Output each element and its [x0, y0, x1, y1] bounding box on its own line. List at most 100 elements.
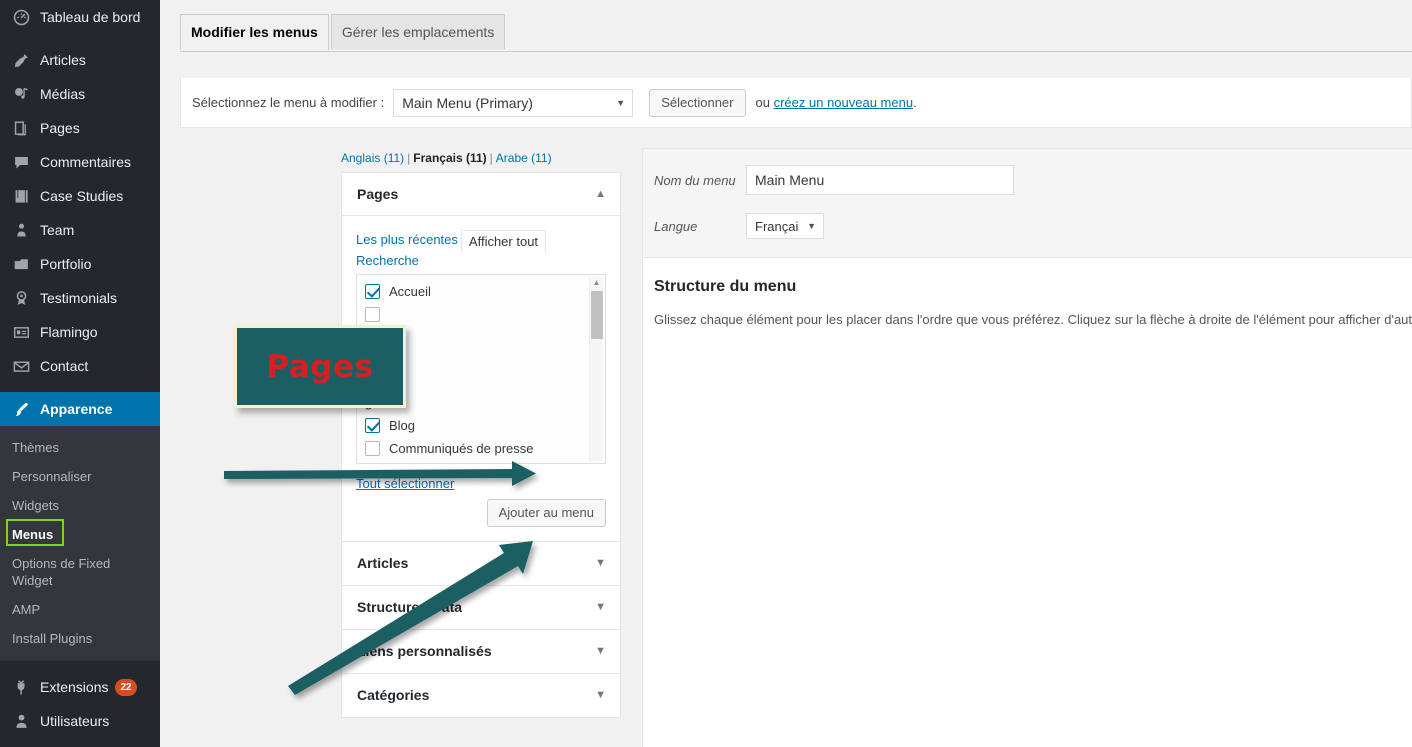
sidebar-subitem-widgets[interactable]: Widgets [0, 491, 160, 520]
sidebar-item-articles[interactable]: Articles [0, 43, 160, 77]
pages-panel-actions: Tout sélectionner [356, 464, 606, 493]
checkbox-hidden-2[interactable] [365, 329, 380, 344]
list-item[interactable] [365, 350, 595, 366]
sidebar-item-case-studies[interactable]: Case Studies [0, 179, 160, 213]
create-new-menu-link[interactable]: créez un nouveau menu [774, 95, 913, 110]
sidebar-item-contact[interactable]: Contact [0, 349, 160, 383]
menu-select-wrapper: Main Menu (Primary) ▼ [393, 88, 634, 117]
lang-link-arabe[interactable]: Arabe (11) [496, 151, 552, 165]
chevron-down-icon: ▼ [595, 645, 606, 657]
checkbox-hidden-1[interactable] [365, 307, 380, 322]
accordion-section-structured-data: Structured Data ▼ [341, 585, 621, 629]
dashboard-icon [11, 7, 31, 27]
menu-name-row: Nom du menu Langue Français ▼ [643, 149, 1412, 258]
sidebar-item-portfolio[interactable]: Portfolio [0, 247, 160, 281]
checkbox-communiques-de-presse[interactable] [365, 441, 380, 456]
add-to-menu-button[interactable]: Ajouter au menu [486, 499, 606, 527]
admin-body: Modifier les menus Gérer les emplacement… [160, 0, 1412, 747]
checkbox-blog[interactable] [365, 418, 380, 433]
person-icon [11, 220, 31, 240]
scrollbar-thumb[interactable] [591, 291, 603, 339]
sidebar-item-label: Flamingo [40, 324, 98, 340]
pages-checkbox-panel[interactable]: Accueil gratuit Blog Communiqués de pres… [356, 274, 606, 464]
sidebar-divider-3 [0, 661, 160, 670]
media-icon [11, 84, 31, 104]
checkbox-hidden-4[interactable] [365, 373, 380, 388]
list-item[interactable] [365, 306, 595, 322]
list-item[interactable] [365, 372, 595, 388]
menu-select-label: Sélectionnez le menu à modifier : [192, 95, 385, 110]
sidebar-item-label: Extensions [40, 679, 109, 695]
accordion-section-categories: Catégories ▼ [341, 673, 621, 718]
menu-settings-column: Pages ▲ Les plus récentes Afficher tout R… [341, 172, 621, 718]
sidebar-subitem-menus[interactable]: Menus [0, 520, 160, 549]
sidebar-item-testimonials[interactable]: Testimonials [0, 281, 160, 315]
screen-root: Tableau de bord Articles Médias Pages Co… [0, 0, 1412, 747]
plug-icon [11, 677, 31, 697]
sidebar-item-label: Testimonials [40, 290, 118, 306]
accordion-head-structured-data[interactable]: Structured Data ▼ [342, 586, 620, 629]
accordion-head-liens-personnalises[interactable]: Liens personnalisés ▼ [342, 630, 620, 673]
list-item[interactable] [365, 328, 595, 344]
checkbox-hidden-3[interactable] [365, 351, 380, 366]
wrapped-label-text: gratuit [365, 395, 402, 410]
sidebar-subitem-install-plugins[interactable]: Install Plugins [0, 624, 160, 653]
accordion-head-categories[interactable]: Catégories ▼ [342, 674, 620, 717]
sidebar-item-commentaires[interactable]: Commentaires [0, 145, 160, 179]
list-item[interactable]: Accueil [365, 283, 595, 300]
award-icon [11, 288, 31, 308]
menu-language-select[interactable]: Français [746, 213, 824, 239]
accordion-title: Catégories [357, 687, 430, 703]
list-item[interactable]: Communiqués de presse [365, 440, 595, 457]
book-icon [11, 186, 31, 206]
panel-scrollbar[interactable]: ▲ [589, 277, 603, 461]
sidebar-subitem-options-fixed-widget[interactable]: Options de Fixed Widget [0, 549, 120, 595]
sidebar-subitem-amp[interactable]: AMP [0, 595, 160, 624]
checkbox-accueil[interactable] [365, 284, 380, 299]
sidebar-item-utilisateurs[interactable]: Utilisateurs [0, 704, 160, 738]
tab-gerer-les-emplacements[interactable]: Gérer les emplacements [330, 14, 506, 49]
menu-language-label: Langue [654, 218, 698, 234]
language-switcher: Anglais (11) | Français (11) | Arabe (11) [341, 151, 552, 165]
tab-les-plus-recentes[interactable]: Les plus récentes [356, 232, 460, 247]
sidebar-item-pages[interactable]: Pages [0, 111, 160, 145]
scroll-up-icon[interactable]: ▲ [590, 277, 603, 289]
accordion-body-pages: Les plus récentes Afficher tout Recherche… [342, 216, 620, 541]
accordion-head-pages[interactable]: Pages ▲ [342, 173, 620, 216]
portfolio-icon [11, 254, 31, 274]
sidebar-item-team[interactable]: Team [0, 213, 160, 247]
tab-recherche[interactable]: Recherche [356, 253, 421, 268]
menu-name-input[interactable] [746, 165, 1014, 195]
menu-to-edit-select[interactable]: Main Menu (Primary) [393, 88, 634, 117]
page-icon [11, 118, 31, 138]
chevron-down-icon: ▼ [595, 557, 606, 569]
select-menu-button[interactable]: Sélectionner [649, 88, 746, 117]
sidebar-item-dashboard[interactable]: Tableau de bord [0, 0, 160, 34]
menu-name-field-row: Nom du menu [654, 165, 1412, 195]
sidebar-item-apparence[interactable]: Apparence [0, 392, 168, 426]
lang-sep-2: | [489, 151, 493, 165]
sidebar-subitem-themes[interactable]: Thèmes [0, 433, 160, 462]
lang-link-anglais[interactable]: Anglais (11) [341, 151, 404, 165]
sidebar-item-extensions[interactable]: Extensions 22 [0, 670, 160, 704]
menu-structure-body: Structure du menu Glissez chaque élément… [643, 258, 1412, 747]
list-item[interactable]: Blog [365, 417, 595, 434]
sidebar-item-flamingo[interactable]: Flamingo [0, 315, 160, 349]
pin-icon [11, 50, 31, 70]
apparence-submenu: Thèmes Personnaliser Widgets Menus Optio… [0, 426, 160, 661]
list-item-label: Communiqués de presse [389, 441, 534, 456]
tab-afficher-tout[interactable]: Afficher tout [460, 230, 547, 253]
sidebar-item-medias[interactable]: Médias [0, 77, 160, 111]
sidebar-subitem-personnaliser[interactable]: Personnaliser [0, 462, 160, 491]
user-icon [11, 711, 31, 731]
chevron-up-icon: ▲ [595, 188, 606, 200]
chevron-down-icon: ▼ [595, 601, 606, 613]
lang-link-francais[interactable]: Français (11) [413, 151, 486, 165]
accordion-head-articles[interactable]: Articles ▼ [342, 542, 620, 585]
tab-modifier-les-menus[interactable]: Modifier les menus [180, 14, 329, 50]
sidebar-item-label: Portfolio [40, 256, 92, 272]
select-all-link[interactable]: Tout sélectionner [356, 476, 454, 491]
sidebar-divider [0, 34, 160, 43]
menu-language-field-row: Langue Français ▼ [654, 213, 1412, 239]
sidebar-item-label: Team [40, 222, 75, 238]
